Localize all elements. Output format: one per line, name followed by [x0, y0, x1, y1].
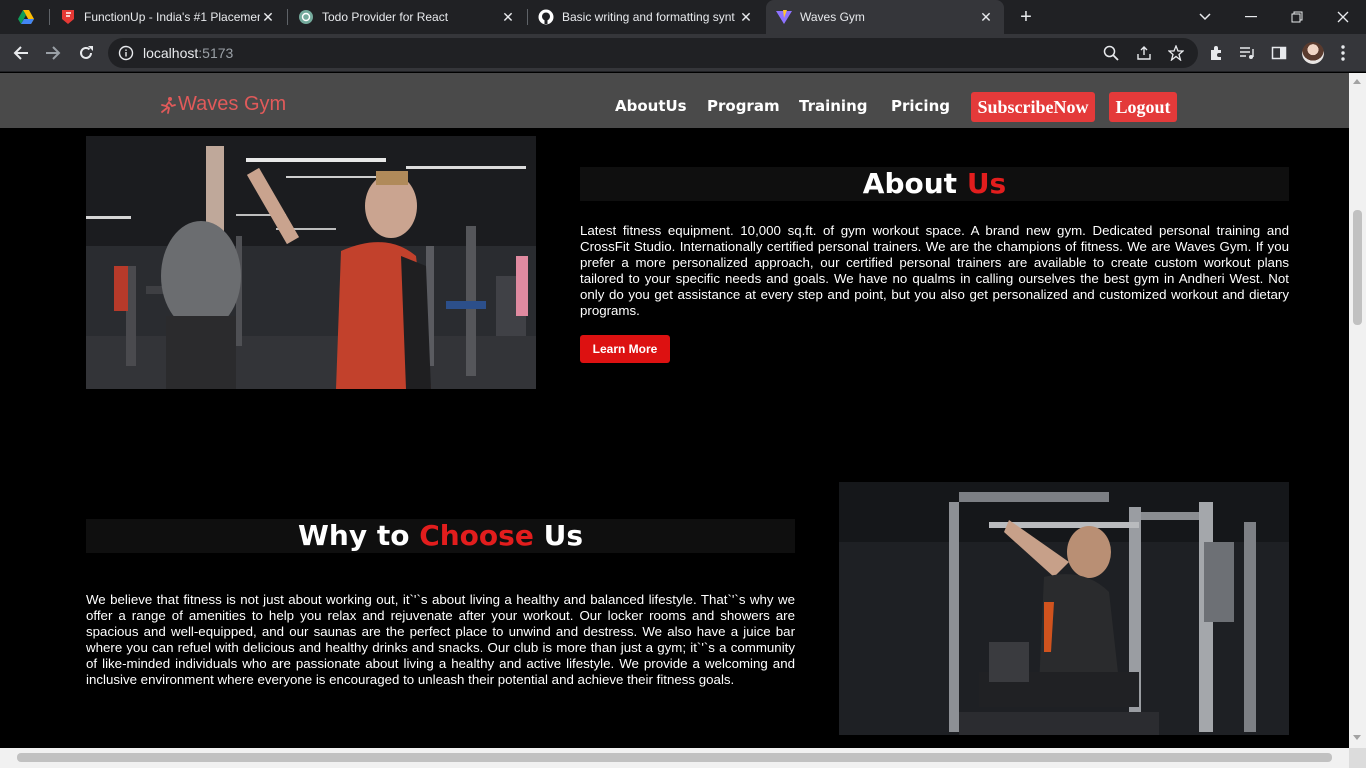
- minimize-icon[interactable]: [1228, 0, 1274, 34]
- close-icon[interactable]: ✕: [738, 9, 754, 25]
- media-queue-icon[interactable]: [1237, 43, 1257, 63]
- tab-waves-gym[interactable]: Waves Gym ✕: [766, 0, 1004, 34]
- subscribe-now-button[interactable]: SubscribeNow: [971, 92, 1095, 122]
- running-man-icon: [161, 96, 176, 114]
- about-heading: About Us: [580, 167, 1289, 201]
- about-paragraph: Latest fitness equipment. 10,000 sq.ft. …: [580, 223, 1289, 318]
- logout-button[interactable]: Logout: [1109, 92, 1177, 122]
- about-title-red: Us: [966, 167, 1007, 200]
- close-icon[interactable]: ✕: [978, 9, 994, 25]
- brand-logo[interactable]: Waves Gym: [158, 93, 286, 116]
- restore-icon[interactable]: [1274, 0, 1320, 34]
- close-window-icon[interactable]: [1320, 0, 1366, 34]
- new-tab-plus-icon[interactable]: +: [1016, 7, 1036, 27]
- chatgpt-icon: [298, 9, 314, 25]
- why-title-white-end: Us: [543, 519, 583, 552]
- nav-link-training[interactable]: Training: [799, 97, 867, 115]
- learn-more-button[interactable]: Learn More: [580, 335, 670, 363]
- nav-link-aboutus[interactable]: AboutUs: [615, 97, 687, 115]
- tab-google-drive[interactable]: [8, 0, 46, 34]
- zoom-icon[interactable]: [1103, 45, 1119, 61]
- tab-functionup[interactable]: FunctionUp - India's #1 Placemen ✕: [50, 0, 286, 34]
- site-navbar: Waves Gym AboutUs Program Training Prici…: [0, 73, 1349, 128]
- share-icon[interactable]: [1136, 45, 1152, 61]
- nav-link-pricing[interactable]: Pricing: [891, 97, 950, 115]
- extensions-puzzle-icon[interactable]: [1206, 43, 1226, 63]
- about-title-white: About: [862, 167, 958, 200]
- github-icon: [538, 9, 554, 25]
- side-panel-icon[interactable]: [1269, 43, 1289, 63]
- address-bar[interactable]: localhost:5173: [108, 38, 1198, 68]
- url-text: localhost:5173: [143, 45, 233, 61]
- page-viewport: Waves Gym AboutUs Program Training Prici…: [0, 73, 1349, 748]
- scroll-down-arrow-icon[interactable]: [1353, 735, 1361, 740]
- url-host: localhost: [143, 45, 199, 61]
- why-title-red: Choose: [419, 519, 534, 552]
- tab-title: Todo Provider for React: [322, 10, 449, 24]
- tab-github[interactable]: Basic writing and formatting synt ✕: [528, 0, 764, 34]
- scrollbar-corner: [1349, 748, 1366, 768]
- why-gym-image: [839, 482, 1289, 735]
- vertical-scrollbar[interactable]: [1349, 73, 1366, 748]
- vite-icon: [776, 9, 792, 25]
- url-port: :5173: [198, 45, 234, 61]
- bookmark-star-icon[interactable]: [1167, 44, 1185, 62]
- scroll-up-arrow-icon[interactable]: [1353, 79, 1361, 84]
- tab-search-chevron-icon[interactable]: [1182, 0, 1228, 34]
- tab-title: FunctionUp - India's #1 Placemen: [84, 10, 260, 24]
- google-drive-icon: [18, 9, 34, 25]
- nav-link-program[interactable]: Program: [707, 97, 780, 115]
- menu-kebab-icon[interactable]: [1333, 43, 1353, 63]
- close-icon[interactable]: ✕: [260, 9, 276, 25]
- functionup-icon: [60, 9, 76, 25]
- tab-title: Waves Gym: [800, 10, 865, 24]
- brand-name: Waves Gym: [178, 93, 287, 115]
- browser-tab-strip: FunctionUp - India's #1 Placemen ✕ Todo …: [0, 0, 1366, 34]
- about-gym-image: [86, 136, 536, 389]
- why-heading: Why to Choose Us: [86, 519, 795, 553]
- close-icon[interactable]: ✕: [500, 9, 516, 25]
- why-paragraph: We believe that fitness is not just abou…: [86, 592, 795, 687]
- forward-arrow-icon[interactable]: [41, 41, 65, 65]
- browser-toolbar: localhost:5173: [0, 34, 1366, 72]
- back-arrow-icon[interactable]: [9, 41, 33, 65]
- profile-avatar[interactable]: [1302, 42, 1324, 64]
- horizontal-scrollbar[interactable]: [0, 748, 1349, 768]
- why-title-white: Why to: [298, 519, 410, 552]
- vertical-scroll-thumb[interactable]: [1353, 210, 1362, 325]
- tab-title: Basic writing and formatting synt: [562, 10, 735, 24]
- horizontal-scroll-thumb[interactable]: [17, 753, 1332, 762]
- reload-icon[interactable]: [74, 41, 98, 65]
- tab-todo-provider[interactable]: Todo Provider for React ✕: [288, 0, 526, 34]
- site-info-icon[interactable]: [118, 45, 134, 61]
